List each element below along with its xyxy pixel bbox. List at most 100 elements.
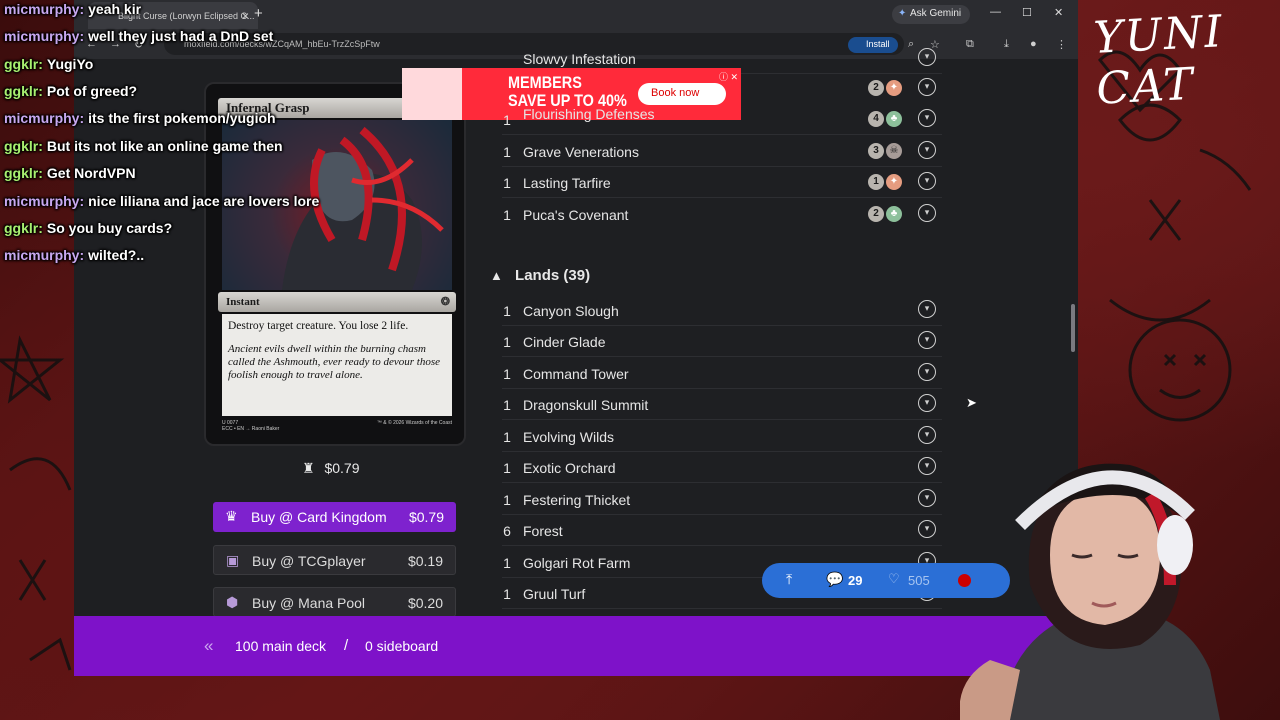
chat-text: But its not like an online game then xyxy=(46,138,283,154)
deck-card-row[interactable]: 1 Command Tower ▾ xyxy=(502,358,942,389)
mana-generic-icon: 4 xyxy=(868,111,884,127)
card-row-qty: 1 xyxy=(503,207,511,223)
card-row-qty: 1 xyxy=(503,555,511,571)
scroll-to-top-icon[interactable]: ⤒ xyxy=(786,571,792,588)
row-options-icon[interactable]: ▾ xyxy=(918,426,936,444)
buy-label: Buy @ Card Kingdom xyxy=(251,509,387,525)
menu-kebab-icon[interactable]: ⋮ xyxy=(1056,38,1067,51)
deck-card-row[interactable]: 1 Puca's Covenant 2 ♣ ▾ xyxy=(502,199,942,230)
deck-card-row[interactable]: 1 Grave Venerations 3 ☠ ▾ xyxy=(502,136,942,167)
buy-label: Buy @ TCGplayer xyxy=(252,553,366,569)
chat-message: ggklr: So you buy cards? xyxy=(4,220,172,236)
heart-icon[interactable]: ♡ xyxy=(888,571,900,587)
deck-card-row[interactable]: 6 Forest ▾ xyxy=(502,515,942,546)
card-row-qty: 1 xyxy=(503,366,511,382)
minimize-icon[interactable]: — xyxy=(990,6,1001,18)
card-preview: Infernal Grasp 1 ⚉ Instant ❂ Destroy tar… xyxy=(204,82,466,446)
deck-card-row[interactable]: 1 Festering Thicket ▾ xyxy=(502,484,942,515)
deck-card-row[interactable]: 1 Evolving Wilds ▾ xyxy=(502,421,942,452)
page-scrollbar[interactable] xyxy=(1071,304,1075,352)
chat-text: YugiYo xyxy=(46,56,94,72)
chat-text: nice liliana and jace are lovers lore xyxy=(88,193,320,209)
deck-card-row[interactable]: 1 Flourishing Defenses 4 ♣ ▾ xyxy=(502,104,942,135)
card-row-name: Lasting Tarfire xyxy=(523,175,611,191)
chat-text: Get NordVPN xyxy=(46,165,136,181)
row-options-icon[interactable]: ▾ xyxy=(918,204,936,222)
card-row-qty: 1 xyxy=(503,492,511,508)
card-row-qty: 1 xyxy=(503,112,511,128)
chat-text: yeah kir xyxy=(88,1,142,17)
mana-green-icon: ♣ xyxy=(886,206,902,222)
chat-username: ggklr: xyxy=(4,83,43,99)
card-row-name: Slowvy Infestation xyxy=(523,51,636,67)
mana-red-icon: ✦ xyxy=(886,80,902,96)
chat-username: ggklr: xyxy=(4,56,43,72)
row-options-icon[interactable]: ▾ xyxy=(918,520,936,538)
chat-message: ggklr: Get NordVPN xyxy=(4,165,136,181)
deck-card-row[interactable]: 1 Canyon Slough ▾ xyxy=(502,295,942,326)
row-options-icon[interactable]: ▾ xyxy=(918,109,936,127)
card-row-qty: 1 xyxy=(503,397,511,413)
download-icon[interactable]: ⤓ xyxy=(1004,38,1009,51)
row-options-icon[interactable]: ▾ xyxy=(918,300,936,318)
count-separator: / xyxy=(344,637,349,654)
chat-username: micmurphy: xyxy=(4,1,85,17)
card-row-qty: 1 xyxy=(503,586,511,602)
card-flavor-text: Ancient evils dwell within the burning c… xyxy=(228,343,441,381)
ask-gemini-button[interactable]: ✦ Ask Gemini xyxy=(892,5,970,24)
deck-card-row[interactable]: 1 Lasting Tarfire 1 ✦ ▾ xyxy=(502,167,942,198)
chat-username: micmurphy: xyxy=(4,193,85,209)
chat-text: its the first pokemon/yugioh xyxy=(88,110,276,126)
deck-card-row[interactable]: 2 ✦ ▾ xyxy=(502,73,942,104)
card-type: Instant xyxy=(226,296,260,308)
card-row-name: Flourishing Defenses xyxy=(523,106,655,122)
lands-section-header: ▲ Lands (39) xyxy=(490,267,590,284)
deck-card-row[interactable]: 1 Exotic Orchard ▾ xyxy=(502,452,942,483)
row-options-icon[interactable]: ▾ xyxy=(918,489,936,507)
stream-logo: YUNI CAT xyxy=(1092,6,1225,115)
profile-icon[interactable]: ● xyxy=(1030,38,1037,50)
chat-text: Pot of greed? xyxy=(46,83,138,99)
chat-message: micmurphy: nice liliana and jace are love… xyxy=(4,193,319,209)
deck-card-row[interactable]: 1 Cinder Glade ▾ xyxy=(502,326,942,357)
row-options-icon[interactable]: ▾ xyxy=(918,78,936,96)
tcgplayer-icon: ▣ xyxy=(226,552,240,568)
row-options-icon[interactable]: ▾ xyxy=(918,363,936,381)
chat-username: micmurphy: xyxy=(4,110,85,126)
card-rules-text: Destroy target creature. You lose 2 life… xyxy=(228,320,409,332)
collapse-chevron-icon[interactable]: « xyxy=(204,636,213,656)
row-options-icon[interactable]: ▾ xyxy=(918,141,936,159)
row-options-icon[interactable]: ▾ xyxy=(918,48,936,66)
card-row-name: Golgari Rot Farm xyxy=(523,555,631,571)
close-window-icon[interactable]: ✕ xyxy=(1054,6,1063,19)
buy-price: $0.79 xyxy=(408,509,444,525)
deck-card-row[interactable]: 1 Dragonskull Summit ▾ xyxy=(502,389,942,420)
mana-red-icon: ✦ xyxy=(886,174,902,190)
new-tab-icon[interactable]: + xyxy=(254,5,263,22)
extensions-icon[interactable]: ⧉ xyxy=(966,38,974,51)
comment-icon[interactable]: 💬 xyxy=(826,571,843,588)
card-row-name: Evolving Wilds xyxy=(523,429,615,445)
row-options-icon[interactable]: ▾ xyxy=(918,394,936,412)
lands-section-title: Lands (39) xyxy=(515,267,591,284)
close-tab-icon[interactable]: × xyxy=(242,9,249,23)
buy-tcgplayer-button[interactable]: ▣ Buy @ TCGplayer $0.19 xyxy=(213,545,456,575)
streamer-webcam xyxy=(960,463,1220,720)
chat-message: ggklr: Pot of greed? xyxy=(4,83,137,99)
card-footer: U 0077 ECC • EN → Raoni Baker ™ & © 2026… xyxy=(222,420,452,432)
row-options-icon[interactable]: ▾ xyxy=(918,331,936,349)
buy-card-kingdom-button[interactable]: ♛ Buy @ Card Kingdom $0.79 xyxy=(213,502,456,532)
mouse-cursor-icon: ➤ xyxy=(966,395,977,410)
card-row-name: Gruul Turf xyxy=(523,586,586,602)
chat-message: micmurphy: wilted?.. xyxy=(4,247,144,263)
chat-message: ggklr: But its not like an online game th… xyxy=(4,138,283,154)
buy-mana-pool-button[interactable]: ⬢ Buy @ Mana Pool $0.20 xyxy=(213,587,456,617)
chat-text: So you buy cards? xyxy=(46,220,173,236)
row-options-icon[interactable]: ▾ xyxy=(918,172,936,190)
row-options-icon[interactable]: ▾ xyxy=(918,457,936,475)
mana-generic-icon: 2 xyxy=(868,80,884,96)
card-row-name: Canyon Slough xyxy=(523,303,619,319)
maximize-icon[interactable]: ☐ xyxy=(1022,6,1032,19)
card-row-qty: 1 xyxy=(503,175,511,191)
comment-count: 29 xyxy=(848,573,863,588)
